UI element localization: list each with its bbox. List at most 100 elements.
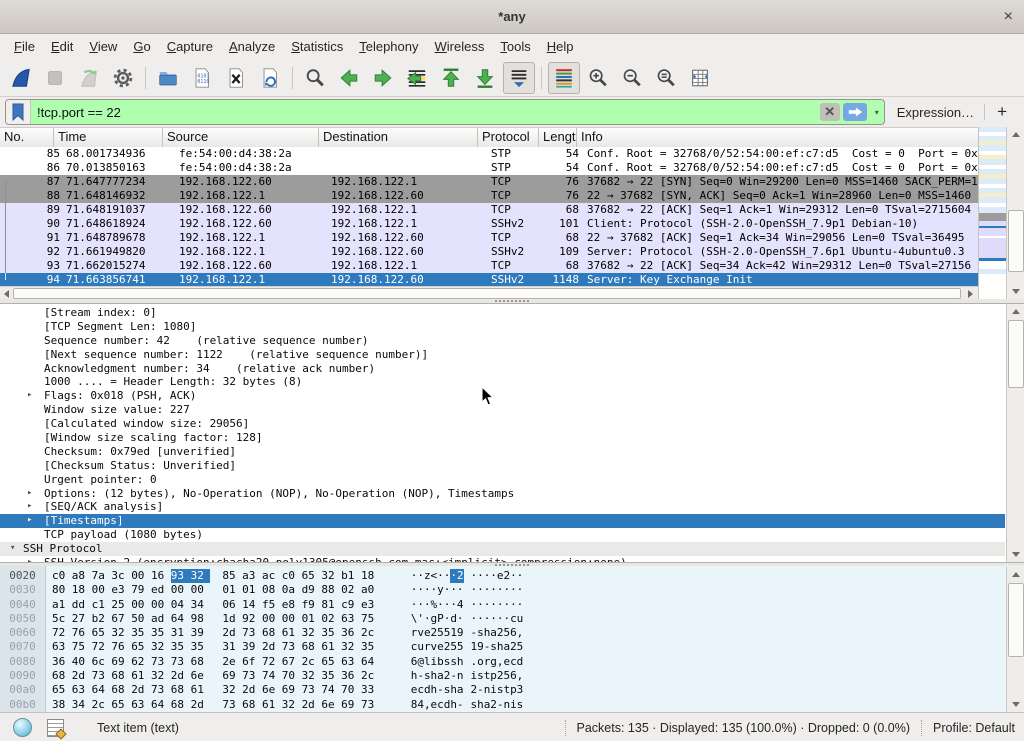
detail-line[interactable]: Window size value: 227: [0, 403, 1005, 417]
scroll-thumb[interactable]: [1008, 583, 1024, 657]
expand-arrow-icon[interactable]: ▸: [27, 487, 32, 501]
expand-arrow-icon[interactable]: ▸: [27, 514, 32, 528]
scroll-up-icon[interactable]: [1012, 132, 1020, 137]
scroll-down-icon[interactable]: [1012, 702, 1020, 707]
detail-line[interactable]: Sequence number: 42 (relative sequence n…: [0, 334, 1005, 348]
hex-row[interactable]: 00b038342c656364682d736861322d6e697384,e…: [0, 698, 1024, 712]
go-first-icon[interactable]: [435, 62, 467, 94]
restart-capture-icon[interactable]: [73, 62, 105, 94]
find-packet-icon[interactable]: [299, 62, 331, 94]
scroll-thumb[interactable]: [1008, 210, 1024, 272]
save-file-icon[interactable]: 01010110: [186, 62, 218, 94]
column-header-time[interactable]: Time: [54, 128, 163, 147]
scroll-left-icon[interactable]: [4, 290, 9, 298]
detail-line[interactable]: TCP payload (1080 bytes): [0, 528, 1005, 542]
detail-line[interactable]: [Window size scaling factor: 128]: [0, 431, 1005, 445]
scroll-thumb[interactable]: [13, 288, 961, 299]
detail-line[interactable]: [Next sequence number: 1122 (relative se…: [0, 348, 1005, 362]
stop-capture-icon[interactable]: [39, 62, 71, 94]
packet-row-93[interactable]: 9371.662015274192.168.122.60192.168.122.…: [0, 259, 978, 273]
hex-row[interactable]: 006072766532353531392d7368613235362crve2…: [0, 626, 1024, 640]
detail-line[interactable]: ▾SSH Protocol: [0, 542, 1005, 556]
menu-statistics[interactable]: Statistics: [283, 36, 351, 57]
detail-line[interactable]: [Stream index: 0]: [0, 306, 1005, 320]
packet-row-92[interactable]: 9271.661949820192.168.122.1192.168.122.6…: [0, 245, 978, 259]
detail-line[interactable]: ▸[Timestamps]: [0, 514, 1005, 528]
hex-row[interactable]: 0070637572766532353531392d7368613235curv…: [0, 640, 1024, 654]
packet-row-87[interactable]: 8771.647777234192.168.122.60192.168.122.…: [0, 175, 978, 189]
hex-row[interactable]: 0040a1ddc125000004340614f5e8f981c9e3···%…: [0, 598, 1024, 612]
detail-line[interactable]: ▸Flags: 0x018 (PSH, ACK): [0, 389, 1005, 403]
column-header-source[interactable]: Source: [163, 128, 319, 147]
scroll-right-icon[interactable]: [968, 290, 973, 298]
start-capture-icon[interactable]: [5, 62, 37, 94]
hex-row[interactable]: 00a0656364682d736861322d6e6973747033ecdh…: [0, 683, 1024, 697]
reload-file-icon[interactable]: [254, 62, 286, 94]
detail-line[interactable]: Checksum: 0x79ed [unverified]: [0, 445, 1005, 459]
column-header-destination[interactable]: Destination: [319, 128, 478, 147]
go-forward-icon[interactable]: [367, 62, 399, 94]
hex-vscrollbar[interactable]: [1006, 567, 1024, 712]
packet-list-vscrollbar[interactable]: [1006, 127, 1024, 299]
detail-line[interactable]: ▸[SEQ/ACK analysis]: [0, 500, 1005, 514]
hex-row[interactable]: 008036406c69627373682e6f72672c6563646@li…: [0, 655, 1024, 669]
filter-clear-icon[interactable]: ✕: [820, 103, 840, 121]
menu-analyze[interactable]: Analyze: [221, 36, 283, 57]
packet-row-85[interactable]: 8568.001734936fe:54:00:d4:38:2aSTP54Conf…: [0, 147, 978, 161]
scroll-thumb[interactable]: [1008, 320, 1024, 388]
detail-line[interactable]: Acknowledgment number: 34 (relative ack …: [0, 362, 1005, 376]
menu-go[interactable]: Go: [125, 36, 158, 57]
menu-view[interactable]: View: [81, 36, 125, 57]
detail-line[interactable]: [Checksum Status: Unverified]: [0, 459, 1005, 473]
column-header-length[interactable]: Length: [539, 128, 577, 147]
expand-arrow-icon[interactable]: ▸: [27, 500, 32, 514]
status-profile[interactable]: Profile: Default: [933, 721, 1024, 735]
capture-options-icon[interactable]: [107, 62, 139, 94]
detail-line[interactable]: Urgent pointer: 0: [0, 473, 1005, 487]
menu-edit[interactable]: Edit: [43, 36, 81, 57]
go-last-icon[interactable]: [469, 62, 501, 94]
display-filter-box[interactable]: ✕ ▾: [5, 99, 885, 125]
filter-history-caret-icon[interactable]: ▾: [870, 108, 884, 117]
packet-row-94[interactable]: 9471.663856741192.168.122.1192.168.122.6…: [0, 273, 978, 286]
display-filter-input[interactable]: [31, 105, 820, 120]
packet-list-hscrollbar[interactable]: [0, 286, 978, 300]
resize-columns-icon[interactable]: [684, 62, 716, 94]
scroll-down-icon[interactable]: [1012, 552, 1020, 557]
menu-capture[interactable]: Capture: [159, 36, 221, 57]
colorize-icon[interactable]: [548, 62, 580, 94]
scroll-up-icon[interactable]: [1012, 309, 1020, 314]
menu-telephony[interactable]: Telephony: [351, 36, 426, 57]
minimap[interactable]: [978, 127, 1007, 299]
hex-row[interactable]: 0090682d736861322d6e697374703235362ch-sh…: [0, 669, 1024, 683]
open-file-icon[interactable]: [152, 62, 184, 94]
column-header-info[interactable]: Info: [577, 128, 978, 147]
menu-tools[interactable]: Tools: [492, 36, 538, 57]
close-file-icon[interactable]: [220, 62, 252, 94]
scroll-down-icon[interactable]: [1012, 289, 1020, 294]
packet-row-89[interactable]: 8971.648191037192.168.122.60192.168.122.…: [0, 203, 978, 217]
filter-bookmark-icon[interactable]: [6, 100, 31, 124]
hex-row[interactable]: 0030801800e379ed00000101080ad98802a0····…: [0, 583, 1024, 597]
close-icon[interactable]: ×: [1004, 0, 1013, 33]
column-header-no[interactable]: No.: [0, 128, 54, 147]
column-header-protocol[interactable]: Protocol: [478, 128, 539, 147]
add-filter-button[interactable]: +: [985, 102, 1019, 122]
expression-button[interactable]: Expression…: [885, 105, 984, 120]
go-back-icon[interactable]: [333, 62, 365, 94]
expand-arrow-icon[interactable]: ▸: [27, 556, 32, 563]
expand-arrow-icon[interactable]: ▸: [27, 389, 32, 403]
capture-comment-icon[interactable]: [47, 719, 64, 737]
detail-line[interactable]: [Calculated window size: 29056]: [0, 417, 1005, 431]
zoom-in-icon[interactable]: [582, 62, 614, 94]
filter-apply-icon[interactable]: [843, 103, 867, 121]
zoom-original-icon[interactable]: [650, 62, 682, 94]
auto-scroll-icon[interactable]: [503, 62, 535, 94]
details-vscrollbar[interactable]: [1006, 304, 1024, 562]
menu-help[interactable]: Help: [539, 36, 582, 57]
detail-line[interactable]: [TCP Segment Len: 1080]: [0, 320, 1005, 334]
zoom-out-icon[interactable]: [616, 62, 648, 94]
menu-wireless[interactable]: Wireless: [427, 36, 493, 57]
packet-row-90[interactable]: 9071.648618924192.168.122.60192.168.122.…: [0, 217, 978, 231]
menu-file[interactable]: File: [6, 36, 43, 57]
